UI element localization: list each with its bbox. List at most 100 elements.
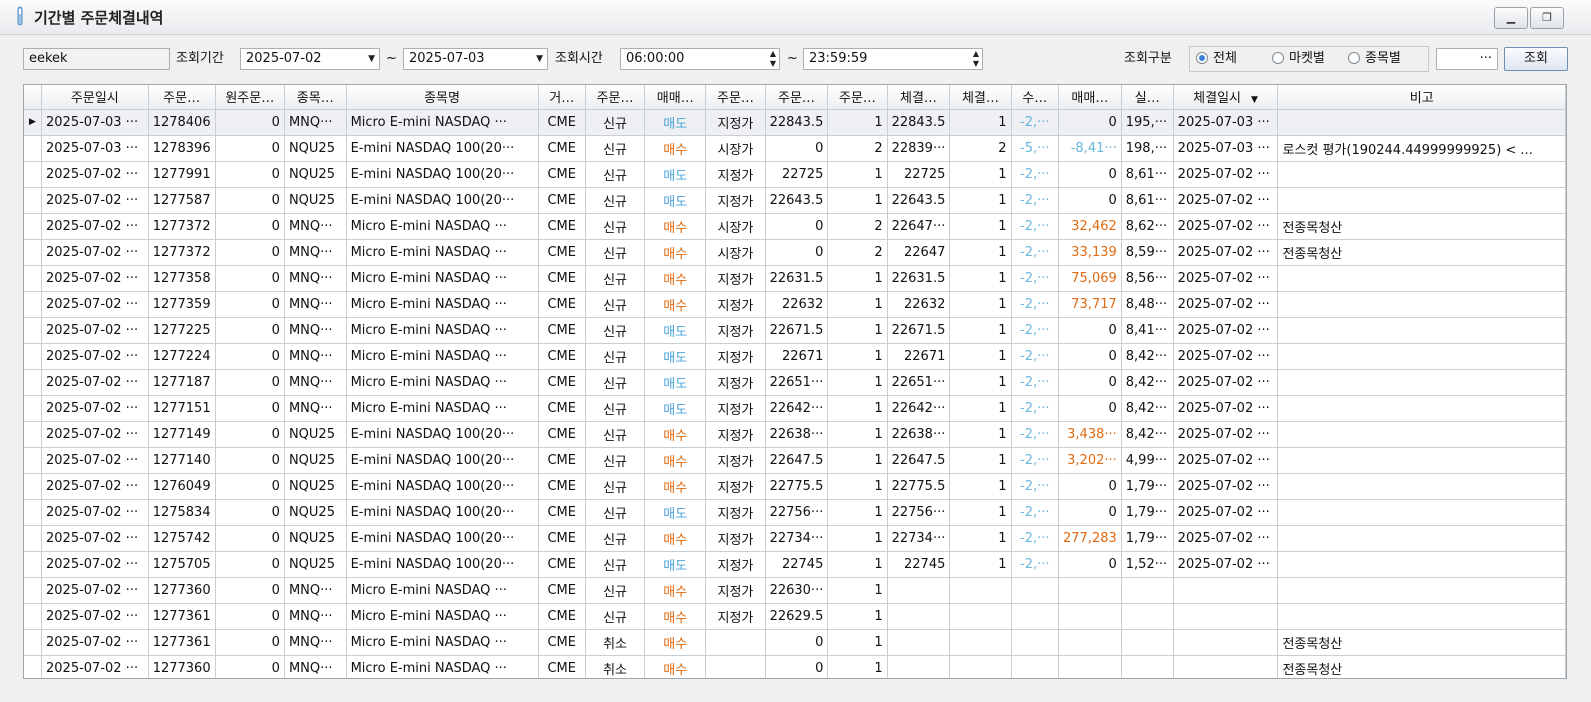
radio-all[interactable]: 전체 <box>1196 48 1237 70</box>
row-selector[interactable] <box>24 239 42 266</box>
table-row[interactable]: 2025-07-02 ··· 1277359 0 MNQ··· Micro E-mini… <box>24 291 1566 318</box>
column-header[interactable]: 주문… <box>827 85 888 110</box>
column-header[interactable]: 주문… <box>148 85 216 110</box>
table-cell: -2,··· <box>1011 395 1059 422</box>
table-row[interactable]: 2025-07-02 ··· 1277360 0 MNQ··· Micro E-mini… <box>24 655 1566 678</box>
table-row[interactable]: 2025-07-02 ··· 1275834 0 NQU25 E-mini NASDAQ… <box>24 499 1566 526</box>
table-row[interactable]: 2025-07-02 ··· 1277372 0 MNQ··· Micro E-mini… <box>24 239 1566 266</box>
row-selector[interactable] <box>24 551 42 578</box>
row-selector[interactable] <box>24 265 42 292</box>
column-header[interactable]: 거… <box>538 85 586 110</box>
row-selector[interactable] <box>24 655 42 678</box>
table-row[interactable]: 2025-07-02 ··· 1277151 0 MNQ··· Micro E-mini… <box>24 395 1566 422</box>
date-from-select[interactable]: 2025-07-02 ▼ <box>240 48 380 70</box>
column-header[interactable]: 주문… <box>765 85 829 110</box>
table-cell: 매수 <box>644 213 707 240</box>
row-selector[interactable] <box>24 161 42 188</box>
search-button[interactable]: 조회 <box>1504 47 1568 71</box>
spinner-arrows-icon[interactable]: ▲ ▼ <box>973 49 979 69</box>
column-header[interactable]: 매매… <box>644 85 707 110</box>
time-from-spinner[interactable]: 06:00:00 ▲ ▼ <box>620 48 780 70</box>
table-cell <box>1277 317 1566 344</box>
row-selector[interactable] <box>24 447 42 474</box>
table-row[interactable]: 2025-07-02 ··· 1277187 0 MNQ··· Micro E-mini… <box>24 369 1566 396</box>
table-cell: CME <box>538 603 586 630</box>
table-cell: 1 <box>949 161 1012 188</box>
row-selector[interactable] <box>24 317 42 344</box>
row-selector[interactable] <box>24 291 42 318</box>
row-selector[interactable] <box>24 187 42 214</box>
window-app-icon <box>17 6 23 26</box>
table-row[interactable]: 2025-07-02 ··· 1277361 0 MNQ··· Micro E-mini… <box>24 629 1566 656</box>
table-cell: 2025-07-02 ··· <box>1173 369 1279 396</box>
time-to-spinner[interactable]: 23:59:59 ▲ ▼ <box>803 48 983 70</box>
column-header[interactable]: 체결… <box>887 85 951 110</box>
table-row[interactable]: 2025-07-02 ··· 1277360 0 MNQ··· Micro E-mini… <box>24 577 1566 604</box>
date-to-select[interactable]: 2025-07-03 ▼ <box>403 48 548 70</box>
radio-market[interactable]: 마켓별 <box>1272 48 1325 70</box>
column-header[interactable]: 체결… <box>949 85 1012 110</box>
row-selector[interactable] <box>24 135 42 162</box>
table-row[interactable]: ▶ 2025-07-03 ··· 1278406 0 MNQ··· Micro E-min… <box>24 109 1566 136</box>
restore-button[interactable]: ❐ <box>1530 7 1564 29</box>
table-row[interactable]: 2025-07-02 ··· 1275742 0 NQU25 E-mini NASDAQ… <box>24 525 1566 552</box>
table-row[interactable]: 2025-07-02 ··· 1277224 0 MNQ··· Micro E-mini… <box>24 343 1566 370</box>
column-header[interactable]: 체결일시 ▼ <box>1173 85 1279 110</box>
table-row[interactable]: 2025-07-02 ··· 1277361 0 MNQ··· Micro E-mini… <box>24 603 1566 630</box>
table-row[interactable]: 2025-07-02 ··· 1277587 0 NQU25 E-mini NASDAQ… <box>24 187 1566 214</box>
chevron-down-icon: ▼ <box>536 54 543 64</box>
row-selector[interactable] <box>24 395 42 422</box>
table-cell: 신규 <box>585 369 646 396</box>
table-row[interactable]: 2025-07-02 ··· 1277372 0 MNQ··· Micro E-mini… <box>24 213 1566 240</box>
table-row[interactable]: 2025-07-03 ··· 1278396 0 NQU25 E-mini NASDAQ… <box>24 135 1566 162</box>
row-selector[interactable] <box>24 499 42 526</box>
table-cell: 매도 <box>644 499 707 526</box>
row-selector[interactable] <box>24 343 42 370</box>
table-cell: CME <box>538 473 586 500</box>
table-cell: CME <box>538 135 586 162</box>
column-header[interactable]: 종목… <box>284 85 347 110</box>
table-row[interactable]: 2025-07-02 ··· 1277149 0 NQU25 E-mini NASDAQ… <box>24 421 1566 448</box>
row-selector[interactable] <box>24 603 42 630</box>
table-row[interactable]: 2025-07-02 ··· 1277358 0 MNQ··· Micro E-mini… <box>24 265 1566 292</box>
row-selector[interactable] <box>24 213 42 240</box>
query-type-group: 전체 마켓별 종목별 <box>1189 46 1429 72</box>
minimize-button[interactable]: ▁ <box>1494 7 1528 29</box>
column-header[interactable]: 비고 <box>1277 85 1566 110</box>
table-row[interactable]: 2025-07-02 ··· 1276049 0 NQU25 E-mini NASDAQ… <box>24 473 1566 500</box>
table-row[interactable]: 2025-07-02 ··· 1275705 0 NQU25 E-mini NASDAQ… <box>24 551 1566 578</box>
row-selector[interactable] <box>24 525 42 552</box>
spinner-arrows-icon[interactable]: ▲ ▼ <box>770 49 776 69</box>
row-selector[interactable] <box>24 369 42 396</box>
table-cell: 신규 <box>585 317 646 344</box>
row-selector[interactable] <box>24 421 42 448</box>
row-selector[interactable] <box>24 629 42 656</box>
table-cell: MNQ··· <box>284 629 347 656</box>
table-row[interactable]: 2025-07-02 ··· 1277991 0 NQU25 E-mini NASDAQ… <box>24 161 1566 188</box>
row-selector[interactable] <box>24 577 42 604</box>
table-row[interactable]: 2025-07-02 ··· 1277225 0 MNQ··· Micro E-mini… <box>24 317 1566 344</box>
column-header[interactable]: 주문… <box>585 85 646 110</box>
table-cell: 22631.5 <box>765 265 829 292</box>
table-cell: -2,··· <box>1011 187 1059 214</box>
table-cell: 22647 <box>887 239 951 266</box>
column-header[interactable]: 원주문… <box>215 85 285 110</box>
row-selector[interactable] <box>24 473 42 500</box>
table-row[interactable]: 2025-07-02 ··· 1277140 0 NQU25 E-mini NASDAQ… <box>24 447 1566 474</box>
symbol-picker-field[interactable]: ··· <box>1436 48 1498 70</box>
column-header[interactable]: 주문… <box>705 85 766 110</box>
window-title: 기간별 주문체결내역 <box>34 9 164 27</box>
column-header[interactable]: 주문일시 <box>41 85 149 110</box>
column-header[interactable]: 종목명 <box>346 85 539 110</box>
column-header[interactable]: 수… <box>1011 85 1059 110</box>
table-cell: CME <box>538 499 586 526</box>
table-cell: 2025-07-02 ··· <box>41 317 149 344</box>
column-header[interactable]: 매매… <box>1058 85 1122 110</box>
table-cell: 1 <box>949 265 1012 292</box>
radio-symbol[interactable]: 종목별 <box>1348 48 1401 70</box>
column-header[interactable]: 실… <box>1121 85 1174 110</box>
account-field[interactable]: eekek <box>23 48 170 70</box>
table-cell: 지정가 <box>705 161 766 188</box>
table-cell: 1,79··· <box>1121 473 1174 500</box>
row-selector[interactable]: ▶ <box>24 109 42 136</box>
